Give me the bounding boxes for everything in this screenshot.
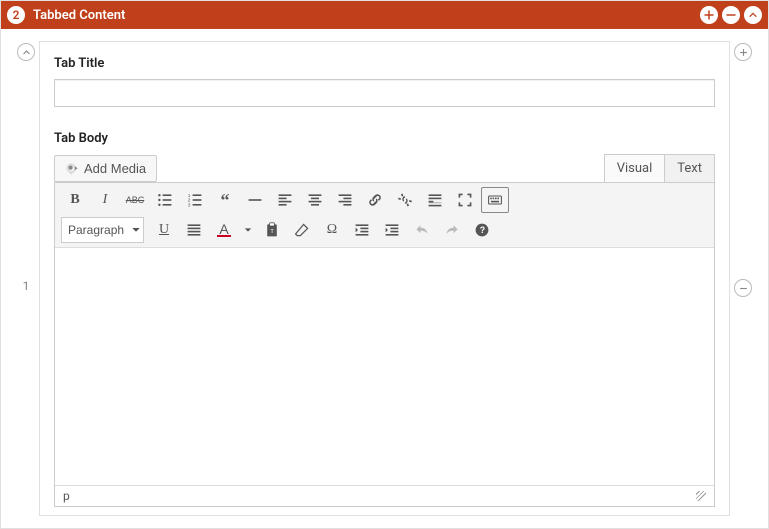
text-color-button[interactable]: A [210, 217, 238, 243]
editor-mode-tabs: Visual Text [604, 154, 715, 182]
clear-formatting-button[interactable] [288, 217, 316, 243]
outdent-icon [354, 222, 370, 238]
align-right-button[interactable] [331, 187, 359, 213]
editor-status-bar: p [55, 485, 714, 506]
insert-link-button[interactable] [361, 187, 389, 213]
unlink-icon [397, 192, 413, 208]
remove-layout-button[interactable] [722, 6, 740, 24]
layout-body: 1 Tab Title Tab Body Add Media Visual Te… [1, 29, 768, 528]
add-media-label: Add Media [84, 161, 146, 176]
svg-text:3: 3 [188, 202, 191, 208]
editor-top-row: Add Media Visual Text [54, 154, 715, 182]
add-layout-button[interactable] [700, 6, 718, 24]
indent-icon [384, 222, 400, 238]
bold-button[interactable]: B [61, 187, 89, 213]
italic-button[interactable]: I [91, 187, 119, 213]
align-justify-icon [186, 222, 202, 238]
align-left-button[interactable] [271, 187, 299, 213]
row-number-label: 1 [23, 279, 30, 293]
layout-header-actions [700, 6, 762, 24]
tabbed-content-layout: 2 Tabbed Content 1 Tab Title Tab Body [0, 0, 769, 529]
list-ul-icon [157, 192, 173, 208]
tab-text[interactable]: Text [665, 154, 715, 183]
outdent-button[interactable] [348, 217, 376, 243]
align-center-button[interactable] [301, 187, 329, 213]
indent-button[interactable] [378, 217, 406, 243]
undo-button[interactable] [408, 217, 436, 243]
special-character-button[interactable]: Ω [318, 217, 346, 243]
redo-icon [444, 222, 460, 238]
clipboard-icon: T [264, 222, 280, 238]
row-panel: Tab Title Tab Body Add Media Visual Text… [39, 41, 730, 516]
bulleted-list-button[interactable] [151, 187, 179, 213]
hr-icon [247, 192, 263, 208]
align-center-icon [307, 192, 323, 208]
keyboard-icon [487, 192, 503, 208]
insert-more-button[interactable] [421, 187, 449, 213]
plus-icon [739, 48, 748, 57]
minus-icon [725, 9, 737, 21]
tab-visual[interactable]: Visual [604, 154, 666, 183]
fullscreen-icon [457, 192, 473, 208]
tab-body-label: Tab Body [54, 131, 715, 146]
toolbar-toggle-button[interactable] [481, 187, 509, 213]
underline-button[interactable]: U [150, 217, 178, 243]
link-icon [367, 192, 383, 208]
layout-title: Tabbed Content [33, 8, 700, 23]
strikethrough-button[interactable]: ABC [121, 187, 149, 213]
caret-down-icon [244, 226, 252, 234]
eraser-icon [294, 222, 310, 238]
block-format-select[interactable]: Paragraph [61, 217, 144, 243]
add-media-button[interactable]: Add Media [54, 155, 157, 182]
collapse-row-button[interactable] [17, 43, 35, 61]
right-row-gutter [730, 41, 756, 516]
editor-toolbar-row1: B I ABC 123 “ [55, 183, 714, 248]
help-button[interactable]: ? [468, 217, 496, 243]
editor-textarea[interactable] [55, 248, 714, 485]
list-ol-icon: 123 [187, 192, 203, 208]
add-row-button[interactable] [734, 43, 752, 61]
horizontal-rule-button[interactable] [241, 187, 269, 213]
remove-row-button[interactable] [734, 279, 752, 297]
chevron-up-icon [748, 10, 758, 20]
tab-title-label: Tab Title [54, 56, 715, 71]
resize-handle[interactable] [696, 491, 706, 501]
minus-icon [739, 284, 748, 293]
align-right-icon [337, 192, 353, 208]
align-left-icon [277, 192, 293, 208]
text-color-dropdown[interactable] [240, 217, 256, 243]
tab-title-input[interactable] [54, 79, 715, 107]
layout-header: 2 Tabbed Content [1, 1, 768, 29]
read-more-icon [427, 192, 443, 208]
collapse-layout-button[interactable] [744, 6, 762, 24]
layout-order-badge: 2 [7, 6, 25, 24]
media-icon [65, 162, 79, 176]
blockquote-button[interactable]: “ [211, 187, 239, 213]
align-justify-button[interactable] [180, 217, 208, 243]
chevron-up-icon [22, 48, 31, 57]
plus-icon [703, 9, 715, 21]
left-row-gutter: 1 [13, 41, 39, 516]
paste-as-text-button[interactable]: T [258, 217, 286, 243]
svg-text:T: T [270, 229, 274, 235]
help-icon: ? [474, 222, 490, 238]
remove-link-button[interactable] [391, 187, 419, 213]
undo-icon [414, 222, 430, 238]
editor-content-area[interactable] [55, 248, 714, 485]
redo-button[interactable] [438, 217, 466, 243]
numbered-list-button[interactable]: 123 [181, 187, 209, 213]
fullscreen-button[interactable] [451, 187, 479, 213]
element-path: p [63, 489, 70, 503]
svg-text:?: ? [480, 225, 485, 235]
wysiwyg-editor: B I ABC 123 “ [54, 182, 715, 507]
